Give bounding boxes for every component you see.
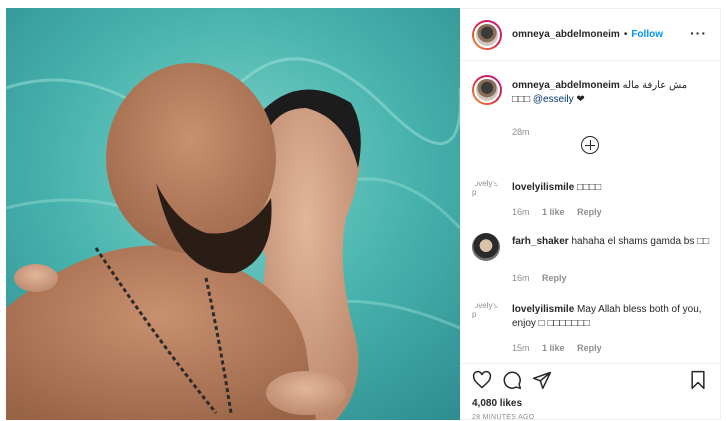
comments-section[interactable]: omneya_abdelmoneim مش عارفة ماله □□□ @es… <box>460 61 721 363</box>
caption-line1: مش عارفة ماله <box>622 80 688 91</box>
post-photo[interactable] <box>6 8 460 420</box>
caption-line2-prefix: □□□ <box>512 94 531 105</box>
comment-username[interactable]: lovelyilismile <box>512 182 574 193</box>
likes-count[interactable]: 4,080 likes <box>472 398 522 409</box>
comment-time: 16m <box>512 207 530 217</box>
add-circle-icon[interactable] <box>581 136 599 154</box>
header-separator: • <box>623 29 628 40</box>
post-header: omneya_abdelmoneim • Follow ··· <box>460 9 721 61</box>
comment-icon[interactable] <box>502 370 522 390</box>
comment-text: farh_shaker hahaha el shams gamda bs □□ <box>512 235 712 249</box>
comment-time: 16m <box>512 273 530 283</box>
comment-text: lovelyilismile □□□□ <box>512 181 712 195</box>
comment-username[interactable]: lovelyilismile <box>512 304 574 315</box>
post-timestamp: 28 MINUTES AGO <box>472 414 535 421</box>
comment-avatar-alt: lovely's p <box>472 301 498 319</box>
comment-avatar[interactable]: lovely's p <box>472 179 500 207</box>
comment-body: hahaha el shams gamda bs □□ <box>571 236 710 247</box>
more-icon[interactable]: ··· <box>690 25 707 41</box>
comment-likes[interactable]: 1 like <box>542 343 565 353</box>
caption-text: omneya_abdelmoneim مش عارفة ماله □□□ @es… <box>512 79 712 107</box>
bookmark-icon[interactable] <box>688 370 708 390</box>
caption-time: 28m <box>512 127 530 137</box>
caption-mention[interactable]: @esseily <box>533 94 574 105</box>
reply-button[interactable]: Reply <box>577 343 602 353</box>
share-icon[interactable] <box>532 370 552 390</box>
comment-avatar-alt: lovely's p <box>472 179 498 197</box>
post-sidebar: omneya_abdelmoneim • Follow ··· omneya_a… <box>460 8 721 421</box>
comment-text: lovelyilismile May Allah bless both of y… <box>512 303 712 331</box>
follow-button[interactable]: Follow <box>631 29 663 40</box>
comment-avatar[interactable]: lovely's p <box>472 301 500 329</box>
reply-button[interactable]: Reply <box>577 207 602 217</box>
heart-icon[interactable] <box>472 370 492 390</box>
post-photo-image <box>6 8 460 420</box>
comment-meta: 15m 1 like Reply <box>512 343 612 353</box>
comment-username[interactable]: farh_shaker <box>512 236 569 247</box>
reply-button[interactable]: Reply <box>542 273 567 283</box>
author-avatar[interactable] <box>472 19 502 50</box>
caption-heart: ❤ <box>576 94 585 105</box>
caption-avatar[interactable] <box>472 75 502 105</box>
post-actions: 4,080 likes 28 MINUTES AGO <box>460 363 721 421</box>
comment-time: 15m <box>512 343 530 353</box>
caption-username[interactable]: omneya_abdelmoneim <box>512 80 620 91</box>
comment-avatar[interactable] <box>472 233 500 261</box>
comment-body: □□□□ <box>577 182 602 193</box>
comment-likes[interactable]: 1 like <box>542 207 565 217</box>
comment-meta: 16m Reply <box>512 273 577 283</box>
instagram-post-window: omneya_abdelmoneim • Follow ··· omneya_a… <box>0 0 726 421</box>
comment-meta: 16m 1 like Reply <box>512 207 612 217</box>
author-username[interactable]: omneya_abdelmoneim <box>512 29 620 40</box>
